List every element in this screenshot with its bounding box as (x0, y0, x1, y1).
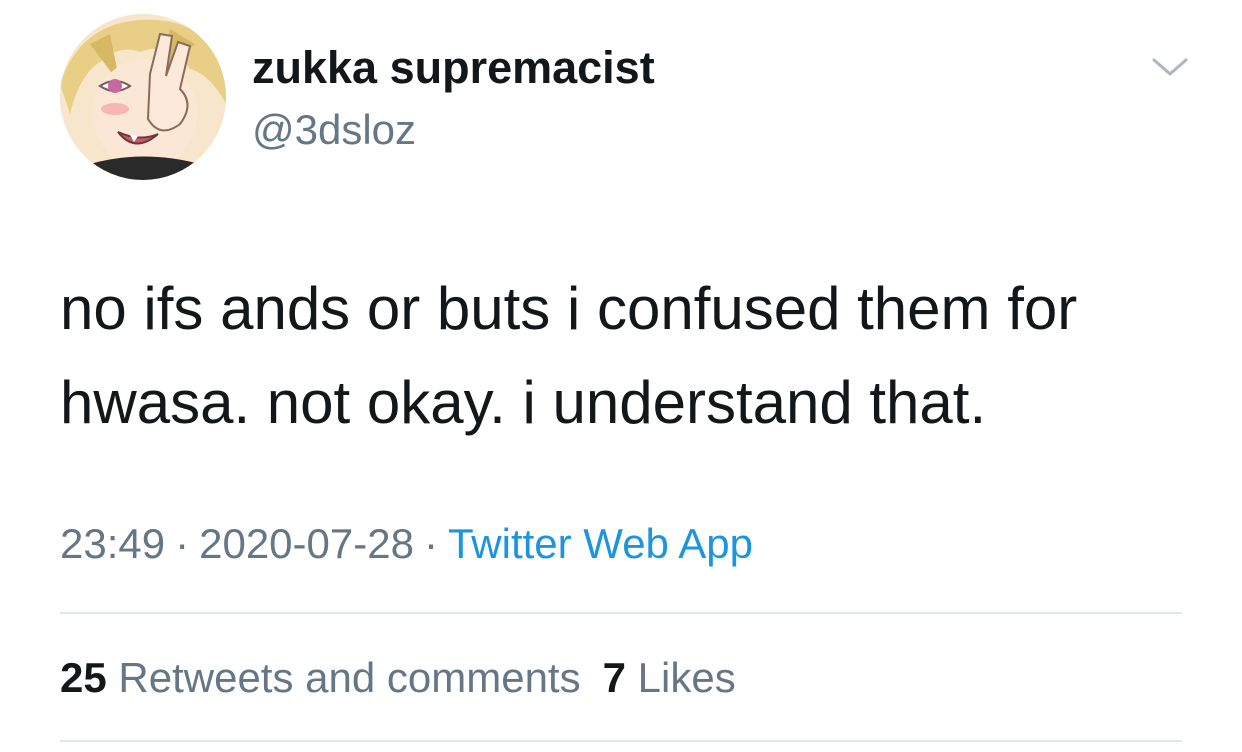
tweet-meta: 23:49 · 2020-07-28 · Twitter Web App (60, 518, 753, 570)
divider (60, 612, 1182, 614)
tweet-text-line: hwasa. not okay. i understand that. (60, 369, 987, 436)
user-handle[interactable]: @3dsloz (252, 104, 416, 156)
chevron-down-icon[interactable] (1150, 52, 1190, 82)
likes-stat[interactable]: 7 Likes (603, 654, 736, 701)
meta-separator: · (175, 520, 190, 567)
avatar[interactable] (60, 14, 226, 180)
meta-separator: · (423, 520, 438, 567)
retweets-stat[interactable]: 25 Retweets and comments (60, 654, 581, 701)
retweets-count: 25 (60, 654, 107, 701)
anime-avatar-icon (60, 14, 226, 180)
likes-count: 7 (602, 654, 626, 701)
tweet-source-link[interactable]: Twitter Web App (448, 520, 753, 567)
likes-label: Likes (637, 654, 736, 701)
display-name[interactable]: zukka supremacist (252, 40, 655, 96)
tweet-time[interactable]: 23:49 (60, 520, 165, 567)
divider (60, 740, 1182, 742)
tweet-date[interactable]: 2020-07-28 (199, 520, 414, 567)
tweet-text-line: no ifs ands or buts i confused them for (60, 275, 1078, 342)
tweet-container: zukka supremacist @3dsloz no ifs ands or… (0, 0, 1242, 752)
retweets-label: Retweets and comments (118, 654, 581, 701)
tweet-stats: 25 Retweets and comments 7 Likes (60, 652, 758, 704)
tweet-text: no ifs ands or buts i confused them for … (60, 262, 1200, 450)
